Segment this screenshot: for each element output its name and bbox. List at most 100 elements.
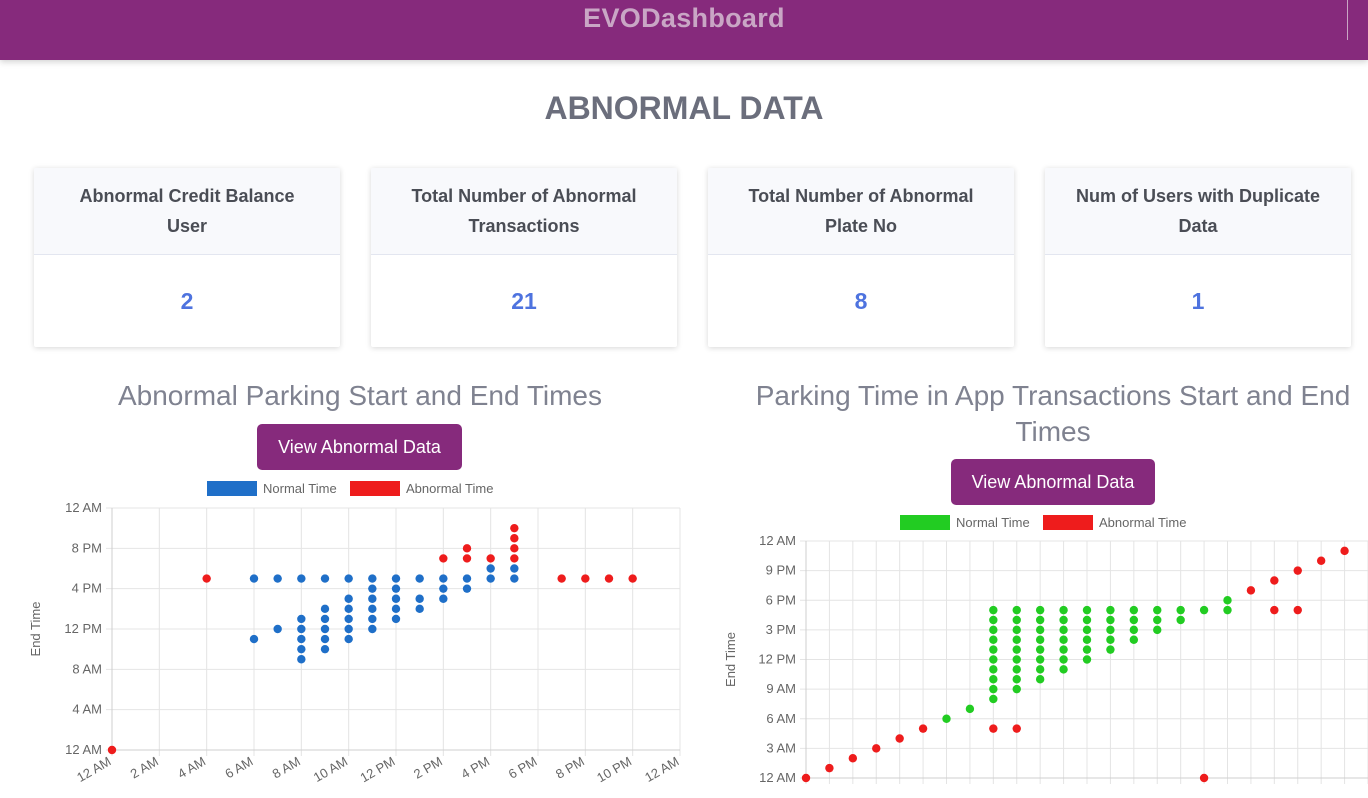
data-point bbox=[825, 763, 834, 773]
data-point bbox=[1176, 615, 1185, 625]
y-axis-title: End Time bbox=[723, 632, 738, 687]
data-point bbox=[1012, 665, 1021, 674]
data-point bbox=[510, 544, 519, 553]
data-point bbox=[1059, 635, 1068, 644]
data-point bbox=[1012, 655, 1021, 664]
data-point bbox=[1082, 625, 1092, 635]
data-point bbox=[1012, 645, 1021, 654]
data-point bbox=[1082, 655, 1092, 664]
x-tick-label: 8 AM bbox=[270, 754, 303, 782]
data-point bbox=[1153, 625, 1162, 635]
x-tick-label: 10 PM bbox=[594, 754, 634, 786]
data-point bbox=[439, 594, 448, 603]
x-tick-label: 12 PM bbox=[357, 754, 397, 786]
legend-label: Abnormal Time bbox=[406, 481, 493, 496]
data-point bbox=[1293, 605, 1302, 615]
data-point bbox=[1082, 615, 1092, 625]
data-point bbox=[391, 584, 401, 593]
topbar-divider bbox=[1347, 0, 1348, 40]
data-point bbox=[344, 604, 353, 614]
data-point bbox=[297, 634, 306, 644]
data-point bbox=[415, 594, 424, 603]
data-point bbox=[320, 644, 330, 654]
y-tick-label: 6 AM bbox=[766, 711, 796, 726]
data-point bbox=[510, 574, 519, 583]
data-point bbox=[320, 574, 330, 583]
data-point bbox=[107, 745, 117, 755]
data-point bbox=[320, 614, 330, 624]
data-point bbox=[1129, 615, 1139, 625]
y-tick-label: 3 PM bbox=[766, 622, 796, 637]
card-title: Num of Users with Duplicate Data bbox=[1045, 168, 1351, 255]
data-point bbox=[439, 584, 448, 593]
data-point bbox=[872, 744, 881, 753]
data-point bbox=[249, 634, 259, 644]
data-point bbox=[510, 554, 519, 563]
data-point bbox=[989, 645, 998, 654]
data-point bbox=[320, 634, 330, 644]
data-point bbox=[1199, 605, 1209, 615]
data-point bbox=[1129, 605, 1139, 615]
data-point bbox=[1246, 586, 1256, 595]
data-point bbox=[989, 605, 998, 615]
card-title: Abnormal Credit Balance User bbox=[34, 168, 340, 255]
view-abnormal-data-button-left[interactable]: View Abnormal Data bbox=[257, 424, 462, 470]
data-point bbox=[1316, 556, 1326, 565]
card-duplicate-users: Num of Users with Duplicate Data 1 bbox=[1045, 168, 1351, 347]
data-point bbox=[391, 574, 401, 583]
data-point bbox=[989, 635, 998, 644]
data-point bbox=[1340, 546, 1349, 556]
card-abnormal-transactions: Total Number of Abnormal Transactions 21 bbox=[371, 168, 677, 347]
data-point bbox=[297, 574, 306, 583]
brand-title[interactable]: EVODashboard bbox=[0, 0, 1368, 36]
data-point bbox=[1035, 605, 1045, 615]
chart-title-right: Parking Time in App Transactions Start a… bbox=[755, 380, 1351, 447]
legend-swatch bbox=[350, 481, 400, 496]
card-value: 1 bbox=[1191, 287, 1205, 314]
data-point bbox=[462, 574, 472, 583]
data-point bbox=[320, 624, 330, 634]
data-point bbox=[1059, 605, 1068, 615]
data-point bbox=[368, 594, 377, 603]
data-point bbox=[1129, 625, 1139, 635]
data-point bbox=[320, 604, 330, 614]
data-point bbox=[1012, 675, 1021, 684]
data-point bbox=[462, 544, 472, 553]
data-point bbox=[415, 604, 424, 614]
y-tick-label: 6 PM bbox=[766, 592, 796, 607]
card-abnormal-credit-balance: Abnormal Credit Balance User 2 bbox=[34, 168, 340, 347]
data-point bbox=[989, 675, 998, 684]
data-point bbox=[1035, 635, 1045, 644]
legend-swatch bbox=[207, 481, 257, 496]
data-point bbox=[344, 614, 353, 624]
data-point bbox=[989, 684, 998, 694]
data-point bbox=[368, 584, 377, 593]
data-point bbox=[202, 574, 211, 583]
y-tick-label: 12 AM bbox=[65, 500, 102, 515]
data-point bbox=[439, 554, 448, 563]
view-abnormal-data-button-right[interactable]: View Abnormal Data bbox=[951, 459, 1155, 505]
data-point bbox=[1059, 655, 1068, 664]
data-point bbox=[1199, 773, 1209, 783]
data-point bbox=[1129, 635, 1139, 644]
data-point bbox=[1106, 625, 1115, 635]
data-point bbox=[486, 554, 495, 563]
x-tick-label: 10 AM bbox=[311, 754, 350, 785]
data-point bbox=[989, 665, 998, 674]
data-point bbox=[1223, 596, 1232, 605]
data-point bbox=[1012, 615, 1021, 625]
legend-label: Normal Time bbox=[263, 481, 337, 496]
data-point bbox=[1153, 615, 1162, 625]
data-point bbox=[918, 724, 928, 733]
y-axis-title: End Time bbox=[28, 602, 43, 657]
y-tick-label: 9 AM bbox=[766, 681, 796, 696]
data-point bbox=[344, 594, 353, 603]
data-point bbox=[1035, 645, 1045, 654]
data-point bbox=[1035, 625, 1045, 635]
data-point bbox=[462, 554, 472, 563]
data-point bbox=[344, 574, 353, 583]
card-abnormal-plate-no: Total Number of Abnormal Plate No 8 bbox=[708, 168, 1014, 347]
data-point bbox=[368, 574, 377, 583]
data-point bbox=[510, 534, 519, 543]
data-point bbox=[391, 594, 401, 603]
